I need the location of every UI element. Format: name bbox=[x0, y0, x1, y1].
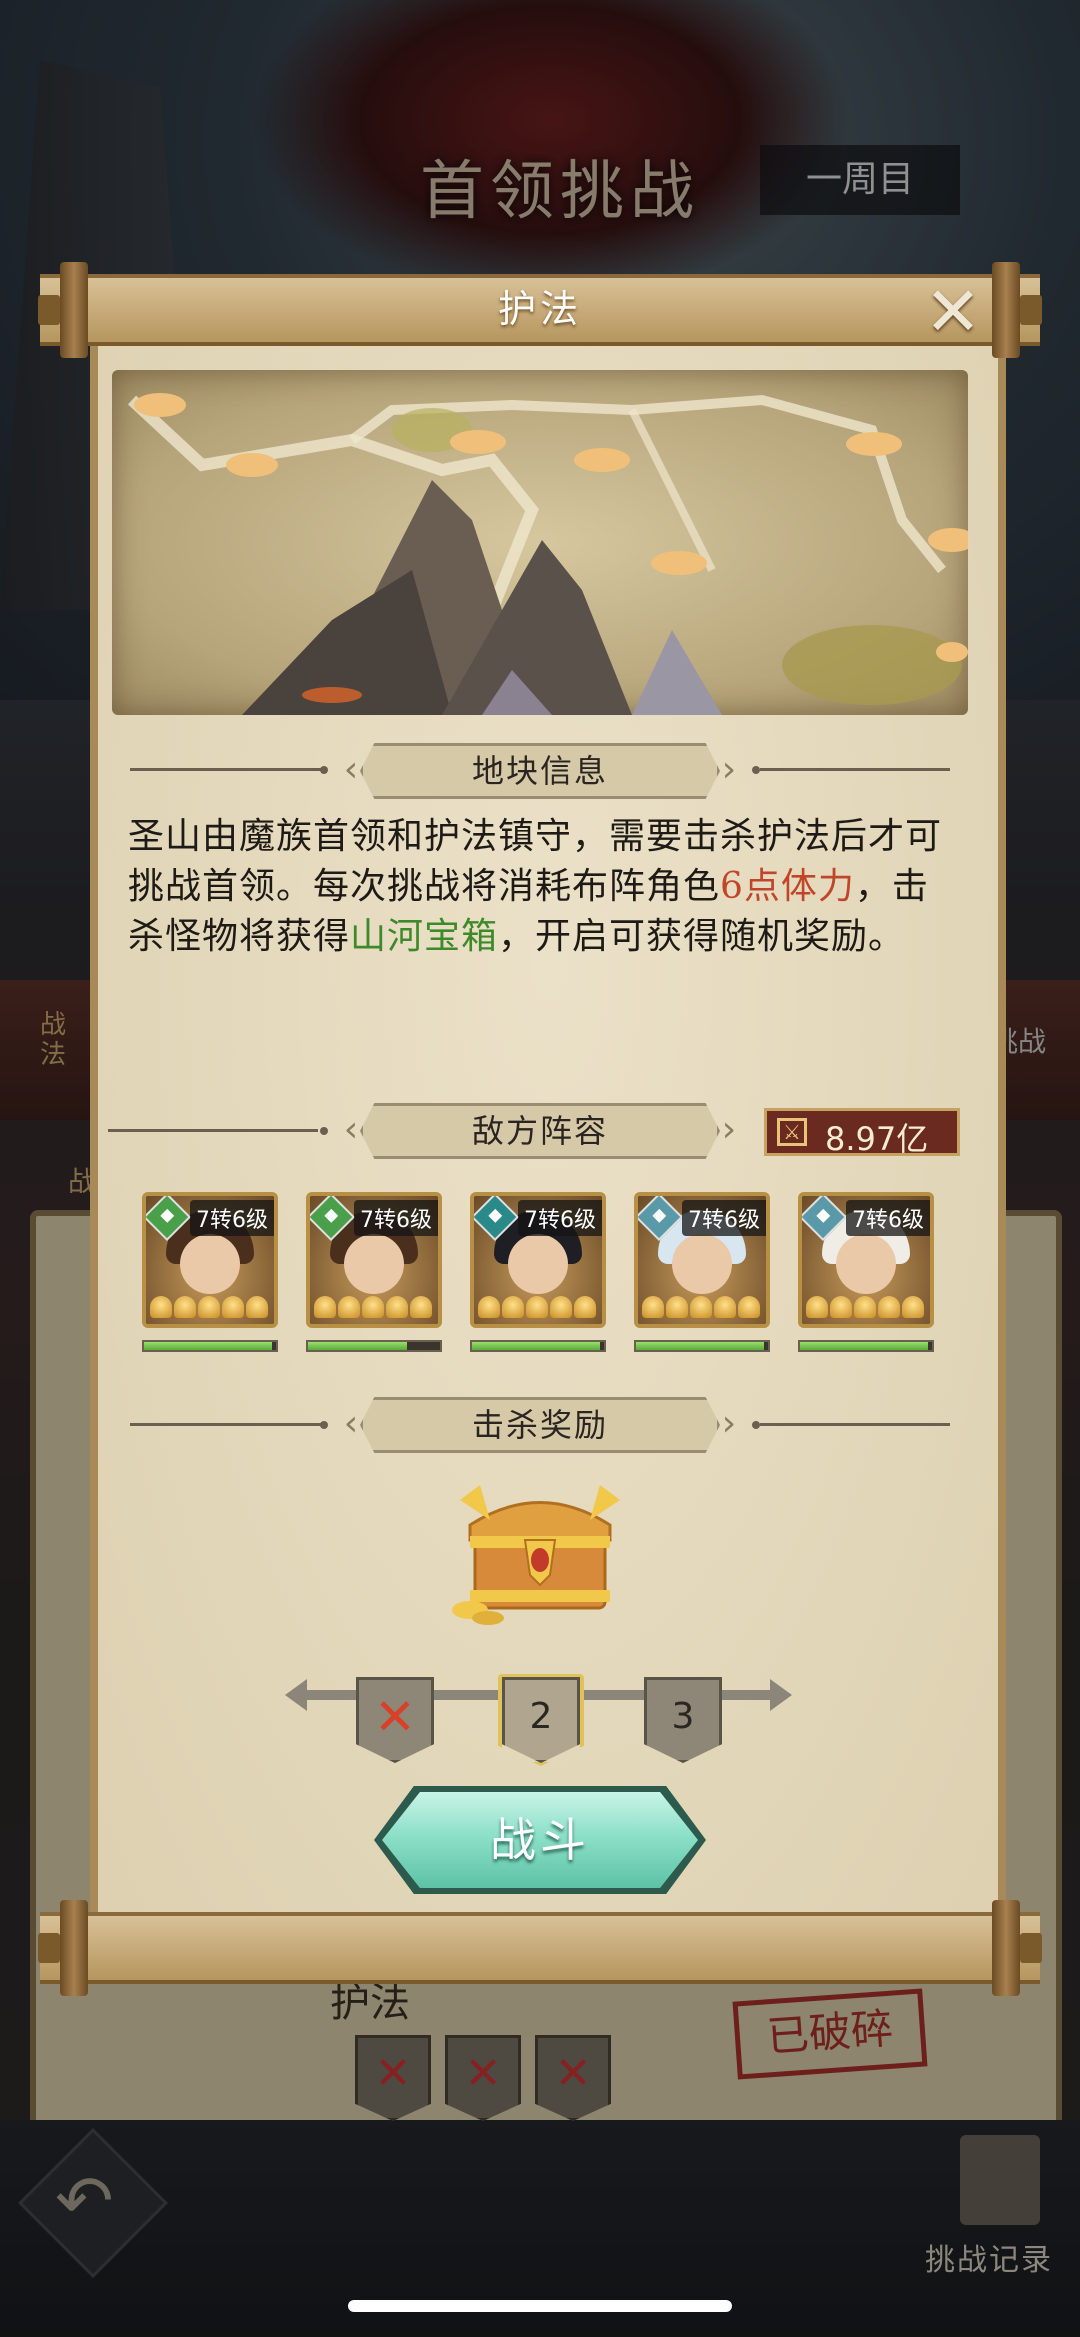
star-icon bbox=[526, 1296, 548, 1318]
hero-level-label: 7转6级 bbox=[518, 1200, 602, 1236]
section-divider-dot bbox=[320, 1421, 328, 1429]
hero-face bbox=[836, 1234, 896, 1294]
section-divider-dot bbox=[752, 766, 760, 774]
scroll-cap-right bbox=[1020, 1933, 1042, 1963]
chevron-left-icon: ‹ bbox=[343, 1109, 359, 1150]
hero-hp-bar bbox=[798, 1340, 934, 1352]
hero-hp-fill bbox=[800, 1342, 929, 1350]
star-icon bbox=[410, 1296, 432, 1318]
hero-stars bbox=[806, 1296, 926, 1320]
stage-track-arrow-right bbox=[770, 1679, 792, 1711]
star-icon bbox=[830, 1296, 852, 1318]
scroll-cap-left bbox=[38, 1933, 60, 1963]
section-header-info: 地块信息 bbox=[360, 743, 720, 799]
star-icon bbox=[338, 1296, 360, 1318]
chest-name: 山河宝箱 bbox=[350, 916, 499, 957]
star-icon bbox=[362, 1296, 384, 1318]
hero-face bbox=[180, 1234, 240, 1294]
star-icon bbox=[150, 1296, 172, 1318]
modal-title: 护法 bbox=[497, 287, 582, 331]
scroll-rod-right bbox=[992, 1900, 1020, 1996]
star-icon bbox=[878, 1296, 900, 1318]
star-icon bbox=[714, 1296, 736, 1318]
star-icon bbox=[386, 1296, 408, 1318]
enemy-power-value: 8.97亿 bbox=[825, 1120, 929, 1158]
close-button[interactable]: ✕ bbox=[918, 279, 988, 350]
enemy-hero-card[interactable]: ◆ 7转6级 bbox=[142, 1192, 278, 1328]
power-icon: ⚔ bbox=[777, 1118, 807, 1146]
section-divider-right bbox=[760, 768, 950, 771]
region-map bbox=[112, 370, 968, 715]
star-icon bbox=[502, 1296, 524, 1318]
hero-face bbox=[344, 1234, 404, 1294]
section-divider-dot bbox=[320, 766, 328, 774]
enemy-power-badge: ⚔ 8.97亿 bbox=[764, 1108, 960, 1158]
star-icon bbox=[314, 1296, 336, 1318]
scroll-rod-left bbox=[60, 1900, 88, 1996]
treasure-chest-icon[interactable] bbox=[450, 1480, 630, 1625]
chevron-left-icon: ‹ bbox=[343, 749, 359, 790]
region-description: 圣山由魔族首领和护法镇守，需要击杀护法后才可挑战首领。每次挑战将消耗布阵角色6点… bbox=[128, 812, 958, 962]
map-illustration bbox=[127, 393, 968, 715]
hero-face bbox=[672, 1234, 732, 1294]
hero-hp-fill bbox=[636, 1342, 765, 1350]
fight-button-label[interactable]: 战斗 bbox=[382, 1792, 698, 1888]
section-divider-right bbox=[760, 1423, 950, 1426]
section-divider-dot bbox=[752, 1421, 760, 1429]
hero-level-label: 7转6级 bbox=[682, 1200, 766, 1236]
hero-face bbox=[508, 1234, 568, 1294]
hero-hp-bar bbox=[634, 1340, 770, 1352]
section-divider-left bbox=[108, 1129, 318, 1132]
home-indicator bbox=[348, 2300, 732, 2312]
hero-level-label: 7转6级 bbox=[846, 1200, 930, 1236]
star-icon bbox=[222, 1296, 244, 1318]
section-divider-left bbox=[130, 1423, 325, 1426]
star-icon bbox=[690, 1296, 712, 1318]
stamina-cost: 6点体力 bbox=[720, 866, 855, 907]
star-icon bbox=[666, 1296, 688, 1318]
chevron-right-icon: › bbox=[721, 1403, 737, 1444]
hero-stars bbox=[314, 1296, 434, 1320]
star-icon bbox=[174, 1296, 196, 1318]
chevron-right-icon: › bbox=[721, 1109, 737, 1150]
chevron-right-icon: › bbox=[721, 749, 737, 790]
star-icon bbox=[738, 1296, 760, 1318]
star-icon bbox=[902, 1296, 924, 1318]
hero-level-label: 7转6级 bbox=[354, 1200, 438, 1236]
enemy-hero-card[interactable]: ◆ 7转6级 bbox=[798, 1192, 934, 1328]
star-icon bbox=[574, 1296, 596, 1318]
hero-hp-fill bbox=[472, 1342, 601, 1350]
hero-level-label: 7转6级 bbox=[190, 1200, 274, 1236]
enemy-hero-card[interactable]: ◆ 7转6级 bbox=[306, 1192, 442, 1328]
enemy-hero-card[interactable]: ◆ 7转6级 bbox=[470, 1192, 606, 1328]
star-icon bbox=[246, 1296, 268, 1318]
star-icon bbox=[198, 1296, 220, 1318]
star-icon bbox=[642, 1296, 664, 1318]
star-icon bbox=[806, 1296, 828, 1318]
star-icon bbox=[550, 1296, 572, 1318]
enemy-hero-card[interactable]: ◆ 7转6级 bbox=[634, 1192, 770, 1328]
section-header-reward: 击杀奖励 bbox=[360, 1397, 720, 1453]
hero-stars bbox=[478, 1296, 598, 1320]
star-icon bbox=[854, 1296, 876, 1318]
hero-hp-bar bbox=[470, 1340, 606, 1352]
modal-bottom-scroll bbox=[40, 1912, 1040, 1984]
section-divider-dot bbox=[320, 1127, 328, 1135]
hero-hp-bar bbox=[142, 1340, 278, 1352]
hero-hp-fill bbox=[308, 1342, 407, 1350]
hero-hp-fill bbox=[144, 1342, 273, 1350]
hero-stars bbox=[150, 1296, 270, 1320]
star-icon bbox=[478, 1296, 500, 1318]
hero-hp-bar bbox=[306, 1340, 442, 1352]
hero-stars bbox=[642, 1296, 762, 1320]
chevron-left-icon: ‹ bbox=[343, 1403, 359, 1444]
section-header-enemy: 敌方阵容 bbox=[360, 1103, 720, 1159]
section-divider-left bbox=[130, 768, 325, 771]
description-text: ，开启可获得随机奖励。 bbox=[498, 916, 906, 957]
